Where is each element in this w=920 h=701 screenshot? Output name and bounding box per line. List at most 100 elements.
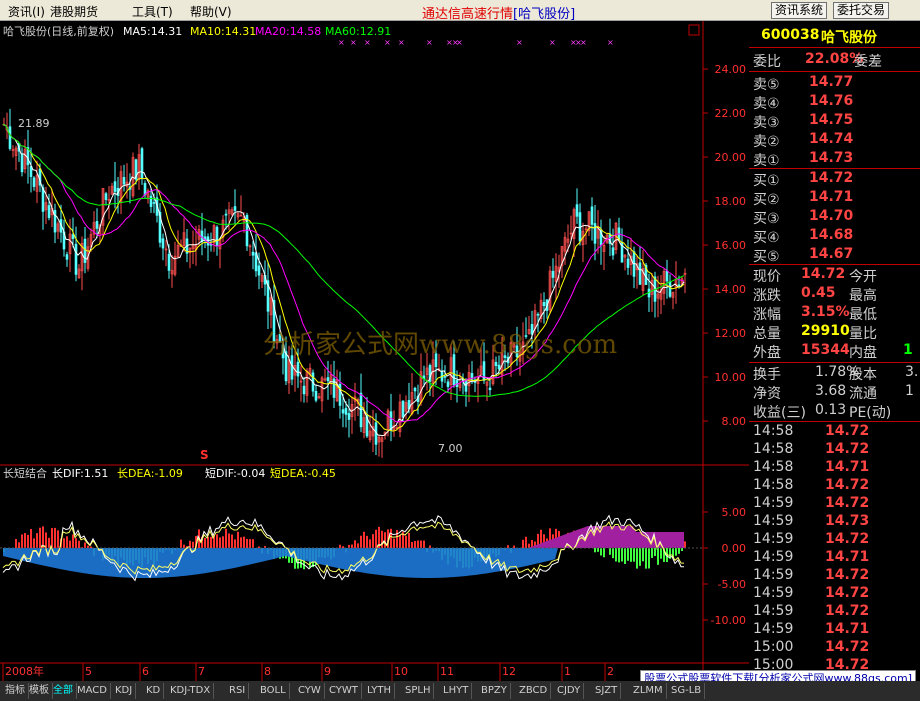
tick-time: 14:58: [753, 423, 794, 439]
histogram-bar: [369, 539, 371, 548]
histogram-bar: [69, 540, 71, 548]
tab-kd[interactable]: KD: [143, 683, 165, 699]
candle-body: [122, 177, 126, 185]
stat2-value: 3.68: [815, 383, 847, 399]
histogram-bar: [621, 548, 623, 562]
candle-body: [446, 381, 450, 387]
tab-cjdy[interactable]: CJDY: [554, 683, 585, 699]
histogram-bar: [597, 548, 599, 552]
date-label: 6: [142, 665, 149, 678]
histogram-bar: [399, 535, 401, 548]
menu-item-2[interactable]: 工具(T): [132, 3, 173, 20]
histogram-bar: [396, 530, 398, 548]
candle-body: [167, 253, 171, 271]
candle-body: [344, 407, 348, 415]
tab-指标[interactable]: 指标: [2, 683, 29, 699]
menu-item-3[interactable]: 帮助(V): [190, 3, 232, 20]
ask-label: 卖④: [753, 96, 780, 112]
stat2-value-2: 3.: [905, 364, 919, 380]
ma60-label: MA60:12.91: [325, 25, 391, 38]
candle-body: [593, 223, 597, 244]
histogram-bar: [42, 526, 44, 548]
candle-body: [611, 247, 615, 256]
indicator-tick: -5.00: [718, 578, 746, 591]
trade-marker: ×: [350, 38, 357, 47]
trade-marker: ×: [549, 38, 556, 47]
bid-label: 买②: [753, 192, 780, 208]
ask-label: 卖③: [753, 115, 780, 131]
candle-body: [677, 284, 681, 287]
tab-sg-lb[interactable]: SG-LB: [668, 683, 706, 699]
bid-label: 买⑤: [753, 249, 780, 265]
tab-全部[interactable]: 全部: [50, 683, 77, 699]
ask-price: 14.74: [809, 131, 854, 147]
tab-sjzt[interactable]: SJZT: [592, 683, 622, 699]
tab-cyw[interactable]: CYW: [295, 683, 325, 699]
tab-cywt[interactable]: CYWT: [326, 683, 362, 699]
histogram-bar: [57, 530, 59, 548]
histogram-bar: [642, 548, 644, 562]
tab-macd[interactable]: MACD: [74, 683, 111, 699]
tick-time: 14:58: [753, 441, 794, 457]
histogram-bar: [78, 540, 80, 548]
candle-body: [47, 205, 51, 218]
order-trade-button[interactable]: 委托交易: [833, 2, 890, 19]
histogram-bar: [684, 541, 686, 548]
tab-zbcd[interactable]: ZBCD: [516, 683, 552, 699]
chart-area[interactable]: × × × × × × × ×× × × ××× × 24.0022.0020.0018.0016.0…: [0, 21, 749, 681]
date-label: 11: [440, 665, 454, 678]
tab-lhyt[interactable]: LHYT: [440, 683, 473, 699]
stat2-label: 换手: [753, 367, 781, 383]
histogram-bar: [66, 536, 68, 548]
candle-body: [590, 206, 594, 225]
histogram-bar: [45, 532, 47, 548]
tab-boll[interactable]: BOLL: [257, 683, 290, 699]
tick-price: 14.72: [825, 639, 870, 655]
tab-kdj-tdx[interactable]: KDJ-TDX: [167, 683, 215, 699]
tab-zlmm[interactable]: ZLMM: [630, 683, 667, 699]
bid-label: 买①: [753, 173, 780, 189]
price-tick: 8.00: [722, 415, 747, 428]
news-system-button[interactable]: 资讯系统: [771, 2, 828, 19]
menu-item-1[interactable]: 港股期货: [50, 3, 98, 20]
candle-body: [389, 411, 393, 431]
histogram-bar: [234, 539, 236, 548]
tab-rsi[interactable]: RSI: [226, 683, 250, 699]
histogram-bar: [204, 538, 206, 548]
menu-bar: 资讯(I) 港股期货 工具(T) 帮助(V) 通达信高速行情[哈飞股份] 资讯系统 委…: [0, 0, 920, 22]
histogram-bar: [54, 527, 56, 548]
histogram-bar: [210, 536, 212, 548]
bid-price: 14.67: [809, 246, 854, 262]
histogram-bar: [594, 548, 596, 553]
candle-body: [215, 226, 219, 246]
price-tick: 24.00: [715, 63, 747, 76]
histogram-bar: [33, 538, 35, 548]
tab-splh[interactable]: SPLH: [402, 683, 435, 699]
candle-body: [74, 243, 78, 275]
histogram-bar: [216, 534, 218, 548]
histogram-bar: [408, 532, 410, 548]
tab-kdj[interactable]: KDJ: [112, 683, 137, 699]
histogram-bar: [48, 537, 50, 548]
ma5-label: MA5:14.31: [123, 25, 182, 38]
menu-item-0[interactable]: 资讯(I): [8, 3, 45, 20]
histogram-bar: [75, 538, 77, 548]
histogram-bar: [222, 536, 224, 548]
trade-marker: ×: [384, 38, 391, 47]
indicator-tab-bar: 指标 模板 全部 MACD KDJ KD KDJ-TDX RSI BOLL CYW CYWT LYTH…: [0, 681, 920, 701]
candle-body: [347, 413, 351, 420]
quote-panel: 600038 哈飞股份 委比 22.08% 委差 卖⑤ 14.77 卖④ 14.76 卖③ 14.7…: [749, 21, 920, 673]
tab-模板[interactable]: 模板: [26, 683, 53, 699]
bid-price: 14.71: [809, 189, 854, 205]
tab-lyth[interactable]: LYTH: [364, 683, 395, 699]
date-label: 10: [394, 665, 408, 678]
histogram-bar: [180, 539, 182, 548]
tick-time: 14:59: [753, 549, 794, 565]
histogram-bar: [84, 542, 86, 548]
tick-time: 14:59: [753, 495, 794, 511]
price-tick: 18.00: [715, 195, 747, 208]
tab-bpzy[interactable]: BPZY: [478, 683, 511, 699]
histogram-bar: [237, 531, 239, 548]
tick-price: 14.72: [825, 603, 870, 619]
candle-body: [257, 265, 261, 276]
